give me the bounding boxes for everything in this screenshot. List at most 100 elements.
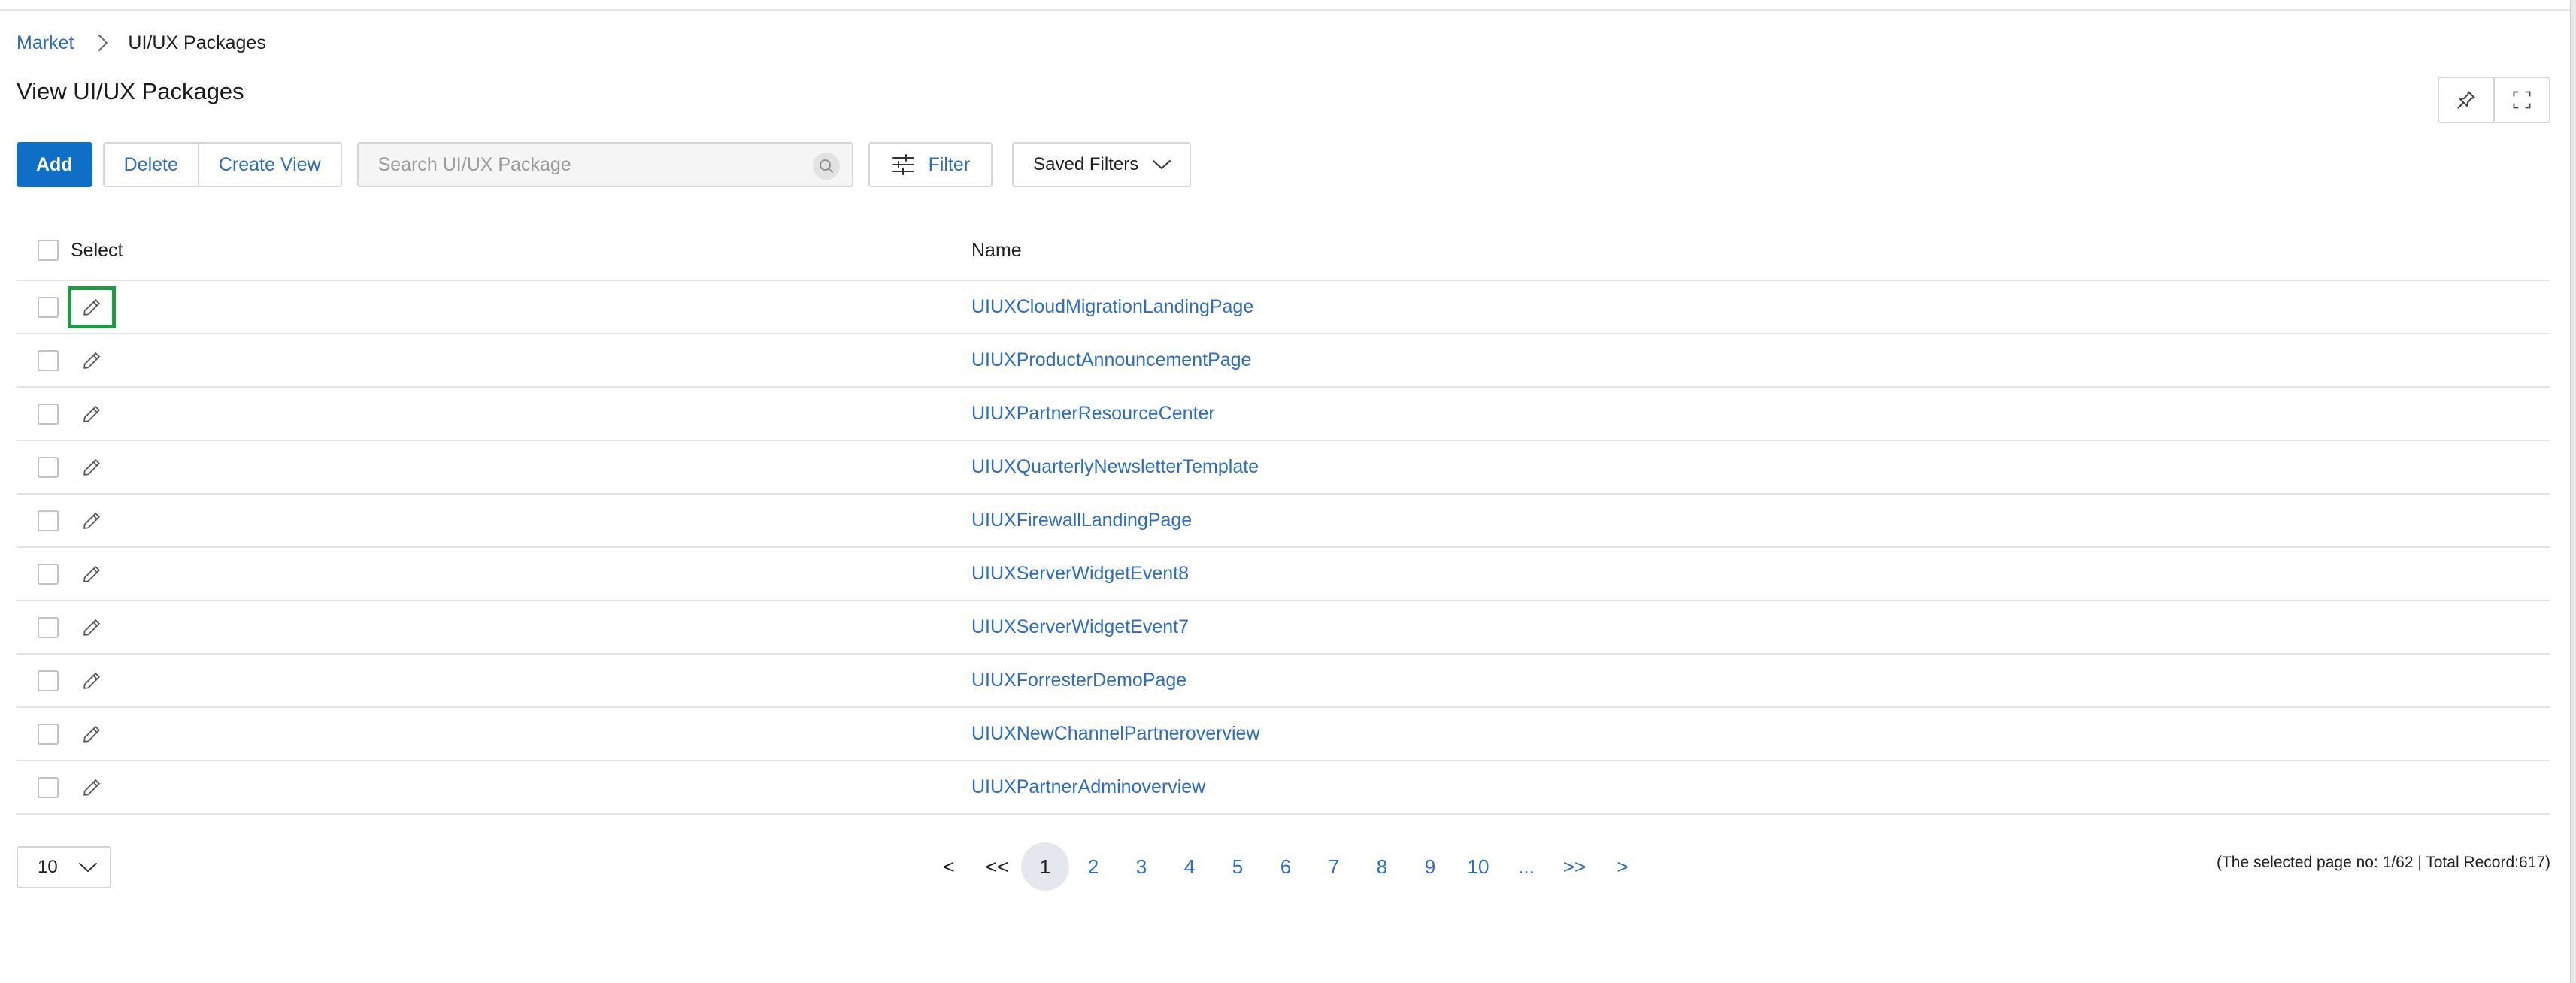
- package-name-link[interactable]: UIUXCloudMigrationLandingPage: [971, 296, 1253, 317]
- row-checkbox[interactable]: [38, 403, 59, 425]
- pencil-edit-icon: [83, 405, 100, 422]
- page-button-7[interactable]: 7: [1310, 842, 1358, 891]
- row-checkbox[interactable]: [38, 616, 59, 638]
- delete-button[interactable]: Delete: [104, 144, 198, 186]
- row-select-cell: [17, 500, 971, 542]
- table-row: UIUXServerWidgetEvent7: [17, 601, 2550, 655]
- pencil-edit-icon: [83, 352, 100, 369]
- last-page-button[interactable]: >>: [1550, 842, 1599, 891]
- table-row: UIUXProductAnnouncementPage: [17, 334, 2550, 388]
- row-checkbox[interactable]: [38, 456, 59, 478]
- package-name-link[interactable]: UIUXPartnerAdminoverview: [971, 776, 1205, 797]
- package-name-link[interactable]: UIUXNewChannelPartneroverview: [971, 723, 1260, 744]
- select-all-checkbox[interactable]: [38, 240, 59, 261]
- package-name-link[interactable]: UIUXPartnerResourceCenter: [971, 403, 1215, 424]
- breadcrumb-market-link[interactable]: Market: [17, 32, 74, 54]
- page-button-5[interactable]: 5: [1214, 842, 1262, 891]
- pencil-edit-icon: [83, 672, 100, 689]
- row-checkbox[interactable]: [38, 296, 59, 318]
- package-name-link[interactable]: UIUXProductAnnouncementPage: [971, 349, 1251, 371]
- table-row: UIUXCloudMigrationLandingPage: [17, 281, 2550, 334]
- view-controls: [2438, 77, 2550, 123]
- page-size-select[interactable]: 10: [17, 846, 111, 888]
- chevron-down-icon: [1153, 160, 1171, 169]
- row-checkbox[interactable]: [38, 349, 59, 371]
- edit-button[interactable]: [68, 660, 116, 702]
- first-page-button[interactable]: <<: [973, 842, 1021, 891]
- edit-button[interactable]: [68, 393, 116, 435]
- edit-button[interactable]: [68, 606, 116, 649]
- edit-button[interactable]: [68, 446, 116, 488]
- prev-page-button[interactable]: <: [925, 842, 973, 891]
- packages-table: Select Name UIUXCloudMigrationLandingPag…: [17, 221, 2550, 815]
- row-checkbox[interactable]: [38, 776, 59, 798]
- create-view-button[interactable]: Create View: [197, 144, 341, 186]
- edit-button[interactable]: [68, 713, 116, 755]
- pencil-edit-icon: [83, 512, 100, 529]
- page-button-6[interactable]: 6: [1262, 842, 1310, 891]
- edit-button[interactable]: [68, 767, 116, 809]
- page-button-2[interactable]: 2: [1069, 842, 1117, 891]
- row-select-cell: [17, 713, 971, 755]
- edit-button[interactable]: [68, 500, 116, 542]
- row-checkbox[interactable]: [38, 670, 59, 691]
- package-name-link[interactable]: UIUXServerWidgetEvent7: [971, 616, 1189, 637]
- row-checkbox[interactable]: [38, 723, 59, 745]
- pencil-edit-icon: [83, 458, 100, 476]
- package-name-link[interactable]: UIUXServerWidgetEvent8: [971, 563, 1189, 584]
- table-row: UIUXFirewallLandingPage: [17, 495, 2550, 548]
- fullscreen-button[interactable]: [2493, 78, 2549, 122]
- row-checkbox[interactable]: [38, 563, 59, 585]
- table-row: UIUXForresterDemoPage: [17, 655, 2550, 708]
- pin-button[interactable]: [2439, 78, 2493, 122]
- page-button-1[interactable]: 1: [1021, 842, 1069, 891]
- page-button-3[interactable]: 3: [1117, 842, 1165, 891]
- pin-icon: [2457, 91, 2475, 109]
- row-select-cell: [17, 767, 971, 809]
- saved-filters-dropdown[interactable]: Saved Filters: [1012, 142, 1192, 187]
- package-name-link[interactable]: UIUXForresterDemoPage: [971, 670, 1186, 691]
- package-name-link[interactable]: UIUXQuarterlyNewsletterTemplate: [971, 456, 1259, 477]
- filter-label: Filter: [928, 153, 971, 175]
- more-pages-button[interactable]: ...: [1502, 842, 1550, 891]
- select-column-label: Select: [71, 239, 123, 261]
- row-select-cell: [17, 340, 971, 382]
- select-column-header: Select: [17, 240, 971, 262]
- row-select-cell: [17, 606, 971, 649]
- page-title: View UI/UX Packages: [17, 78, 244, 104]
- row-select-cell: [17, 393, 971, 435]
- search-box: [356, 142, 853, 187]
- breadcrumb: Market UI/UX Packages: [17, 29, 266, 57]
- table-row: UIUXPartnerAdminoverview: [17, 761, 2550, 815]
- edit-button[interactable]: [68, 340, 116, 382]
- action-button-group: Delete Create View: [102, 142, 342, 187]
- pagination: < << 1 2 3 4 5 6 7 8 9 10 ... >> >: [925, 842, 1647, 891]
- package-name-link[interactable]: UIUXFirewallLandingPage: [971, 510, 1192, 531]
- search-input[interactable]: [358, 153, 801, 177]
- row-select-cell: [17, 446, 971, 488]
- scrollbar[interactable]: [2570, 0, 2576, 983]
- row-select-cell: [17, 286, 971, 328]
- chevron-down-icon: [79, 863, 97, 872]
- pencil-edit-icon: [83, 725, 100, 743]
- page-button-9[interactable]: 9: [1406, 842, 1454, 891]
- record-info: (The selected page no: 1/62 | Total Reco…: [2216, 854, 2550, 871]
- filter-sliders-icon: [891, 154, 914, 175]
- top-strip: [0, 0, 2576, 11]
- table-row: UIUXNewChannelPartneroverview: [17, 708, 2550, 761]
- page-button-10[interactable]: 10: [1454, 842, 1502, 891]
- row-checkbox[interactable]: [38, 510, 59, 531]
- name-column-header: Name: [971, 239, 1022, 261]
- page-button-4[interactable]: 4: [1165, 842, 1214, 891]
- row-select-cell: [17, 553, 971, 595]
- search-icon: [819, 159, 833, 173]
- page-button-8[interactable]: 8: [1358, 842, 1406, 891]
- filter-button[interactable]: Filter: [868, 142, 993, 187]
- breadcrumb-current: UI/UX Packages: [128, 32, 266, 53]
- edit-button[interactable]: [68, 286, 116, 328]
- add-button[interactable]: Add: [17, 142, 92, 187]
- search-button[interactable]: [812, 153, 840, 180]
- edit-button[interactable]: [68, 553, 116, 595]
- next-page-button[interactable]: >: [1599, 842, 1647, 891]
- page-size-value: 10: [38, 857, 58, 877]
